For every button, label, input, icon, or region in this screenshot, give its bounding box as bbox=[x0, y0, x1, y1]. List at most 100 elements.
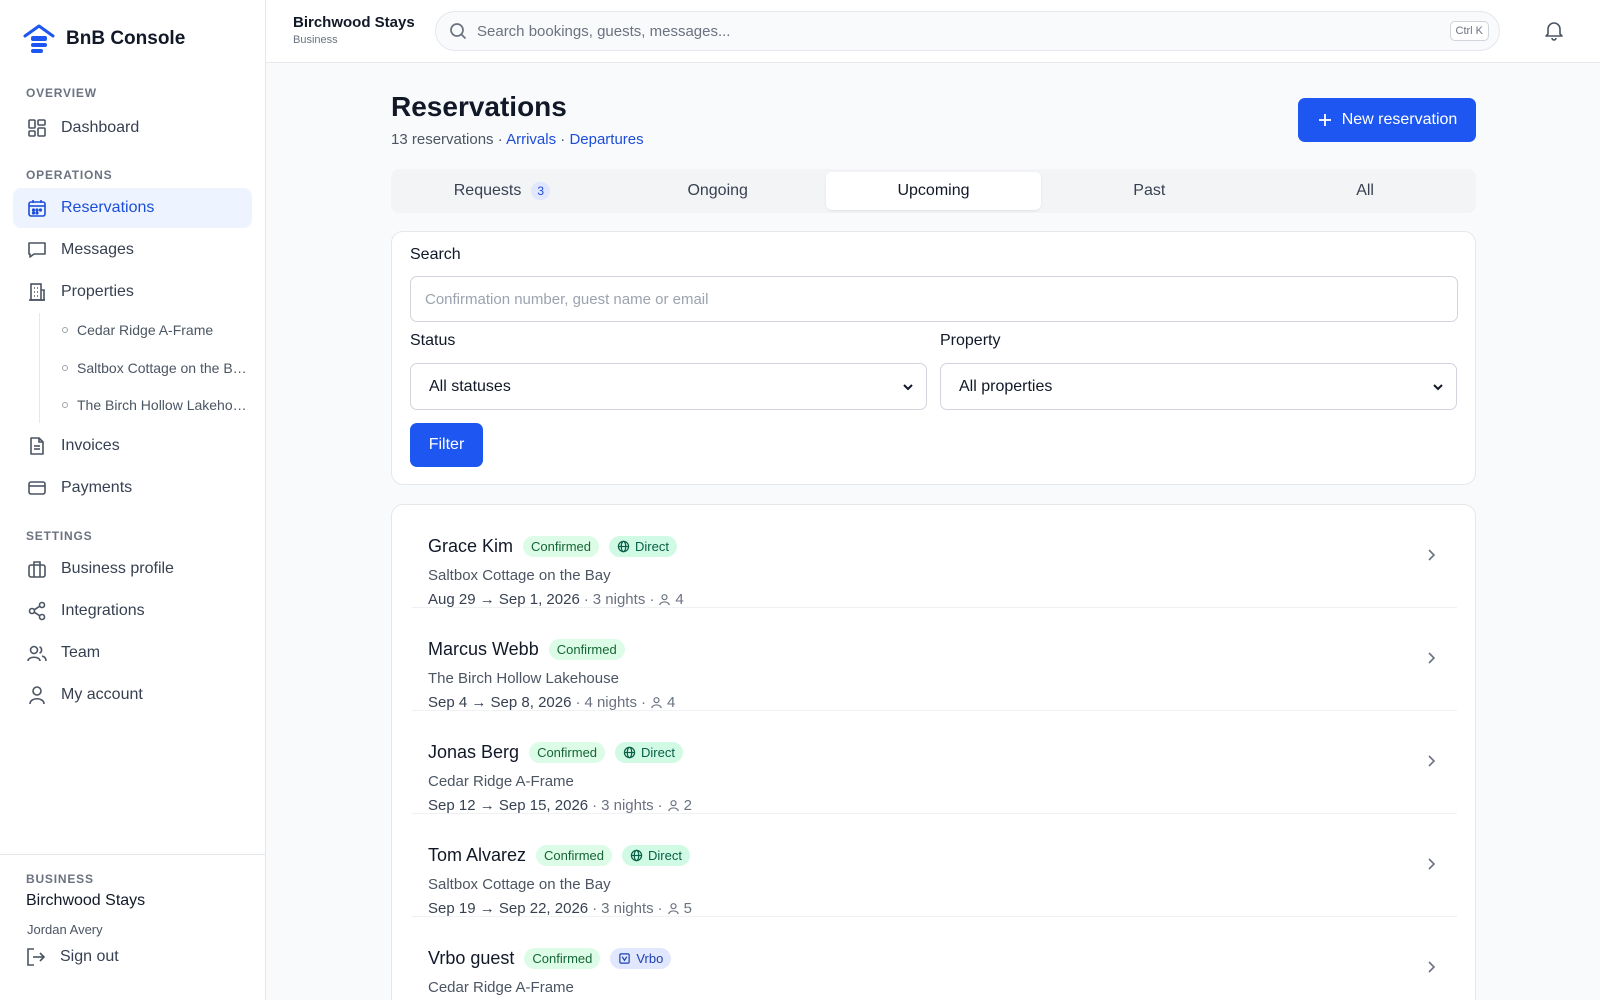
chevron-right-icon bbox=[1425, 857, 1437, 871]
sidebar-item-my-account[interactable]: My account bbox=[13, 675, 252, 715]
reservation-row[interactable]: Tom Alvarez Confirmed Direct Saltbox Cot… bbox=[412, 814, 1457, 917]
globe-icon bbox=[617, 540, 630, 553]
stay-dates: Sep 4 → Sep 8, 2026 bbox=[428, 694, 572, 711]
sidebar-item-messages[interactable]: Messages bbox=[13, 230, 252, 270]
tab-requests[interactable]: Requests 3 bbox=[394, 172, 610, 210]
sidebar-subitem-property[interactable]: The Birch Hollow Lakehouse bbox=[62, 397, 247, 413]
dashboard-icon bbox=[27, 118, 47, 138]
chevron-right-icon bbox=[1425, 651, 1437, 665]
stay-details: Sep 19 → Sep 22, 2026 · 3 nights · 5 bbox=[428, 900, 693, 917]
guest-count: 2 bbox=[683, 797, 693, 814]
reservation-row[interactable]: Vrbo guest Confirmed Vrbo Cedar Ridge A-… bbox=[412, 917, 1457, 1000]
guest-name: Tom Alvarez bbox=[428, 845, 527, 865]
globe-icon bbox=[630, 849, 643, 862]
workspace-name[interactable]: Birchwood Stays bbox=[293, 14, 415, 31]
topbar: Birchwood Stays Business Ctrl K bbox=[266, 0, 1600, 63]
property-select[interactable]: All properties bbox=[940, 363, 1457, 410]
sidebar-item-label: Messages bbox=[61, 241, 134, 258]
reservation-row[interactable]: Grace Kim Confirmed Direct Saltbox Cotta… bbox=[412, 505, 1457, 608]
user-icon bbox=[27, 685, 47, 705]
property-name: Cedar Ridge A-Frame bbox=[428, 979, 574, 996]
tab-past[interactable]: Past bbox=[1041, 172, 1257, 210]
sidebar-item-invoices[interactable]: Invoices bbox=[13, 426, 252, 466]
guest-count-icon bbox=[667, 799, 680, 812]
sign-out-icon bbox=[26, 947, 46, 967]
brand-logo-icon bbox=[22, 22, 56, 56]
filter-panel: Search Status All statuses Property All … bbox=[391, 231, 1476, 485]
chevron-right-icon bbox=[1425, 960, 1437, 974]
section-label-operations: OPERATIONS bbox=[26, 168, 113, 182]
page-title: Reservations bbox=[391, 91, 567, 122]
global-search[interactable]: Ctrl K bbox=[435, 11, 1500, 51]
sidebar-item-properties[interactable]: Properties bbox=[13, 272, 252, 312]
guest-name: Grace Kim bbox=[428, 536, 514, 556]
stay-dates: Sep 12 → Sep 15, 2026 bbox=[428, 797, 589, 814]
global-search-input[interactable] bbox=[477, 22, 1437, 40]
status-badge: Confirmed bbox=[524, 948, 601, 969]
workspace-type: Business bbox=[293, 34, 338, 46]
status-badge: Confirmed bbox=[523, 536, 599, 557]
brand-name: BnB Console bbox=[66, 28, 186, 49]
tab-upcoming[interactable]: Upcoming bbox=[825, 172, 1042, 210]
chevron-right-icon bbox=[1425, 548, 1437, 562]
vrbo-icon bbox=[618, 952, 631, 965]
sidebar-item-label: My account bbox=[61, 686, 143, 703]
stay-dates: Sep 19 → Sep 22, 2026 bbox=[428, 900, 589, 917]
share-icon bbox=[27, 601, 47, 621]
business-name: Birchwood Stays bbox=[26, 892, 146, 909]
new-reservation-button[interactable]: New reservation bbox=[1298, 98, 1476, 142]
requests-count-badge: 3 bbox=[531, 182, 551, 200]
guest-count: 5 bbox=[683, 900, 693, 917]
sidebar-item-label: Business profile bbox=[61, 560, 174, 577]
calendar-icon bbox=[27, 198, 47, 218]
reservation-search-input[interactable] bbox=[410, 276, 1458, 322]
sidebar-item-integrations[interactable]: Integrations bbox=[13, 591, 252, 631]
reservation-row[interactable]: Jonas Berg Confirmed Direct Cedar Ridge … bbox=[412, 711, 1457, 814]
brand[interactable]: BnB Console bbox=[22, 22, 185, 56]
dot-icon bbox=[62, 327, 68, 333]
nights: 3 nights bbox=[592, 591, 646, 608]
sidebar-item-reservations[interactable]: Reservations bbox=[13, 188, 252, 228]
status-badge: Confirmed bbox=[536, 845, 613, 866]
channel-badge: Direct bbox=[622, 845, 690, 866]
dot-icon bbox=[62, 365, 68, 371]
sidebar-item-team[interactable]: Team bbox=[13, 633, 252, 673]
sidebar-item-label: Invoices bbox=[61, 437, 120, 454]
search-icon bbox=[449, 22, 467, 40]
sidebar-item-dashboard[interactable]: Dashboard bbox=[13, 108, 252, 148]
tab-ongoing[interactable]: Ongoing bbox=[610, 172, 826, 210]
sidebar-subitem-property[interactable]: Cedar Ridge A-Frame bbox=[62, 322, 247, 338]
arrivals-link[interactable]: Arrivals bbox=[506, 131, 556, 148]
guest-name: Vrbo guest bbox=[428, 948, 515, 968]
plus-icon bbox=[1317, 112, 1333, 128]
properties-sub-divider bbox=[39, 313, 40, 423]
sidebar-item-payments[interactable]: Payments bbox=[13, 468, 252, 508]
reservation-list: Grace Kim Confirmed Direct Saltbox Cotta… bbox=[391, 504, 1476, 1000]
credit-card-icon bbox=[27, 478, 47, 498]
departures-link[interactable]: Departures bbox=[569, 131, 643, 148]
property-name: The Birch Hollow Lakehouse bbox=[428, 670, 619, 687]
reservation-row[interactable]: Marcus Webb Confirmed The Birch Hollow L… bbox=[412, 608, 1457, 711]
section-label-settings: SETTINGS bbox=[26, 529, 93, 543]
chevron-down-icon bbox=[1432, 381, 1444, 393]
stay-details: Aug 29 → Sep 1, 2026 · 3 nights · 4 bbox=[428, 591, 684, 608]
stay-details: Sep 4 → Sep 8, 2026 · 4 nights · 4 bbox=[428, 694, 676, 711]
property-name: Cedar Ridge A-Frame bbox=[428, 773, 574, 790]
sign-out-button[interactable]: Sign out bbox=[26, 947, 119, 967]
sidebar-item-label: Integrations bbox=[61, 602, 145, 619]
page-subtitle: 13 reservations · Arrivals · Departures bbox=[391, 131, 644, 148]
guest-count: 4 bbox=[666, 694, 676, 711]
search-shortcut-hint: Ctrl K bbox=[1449, 21, 1489, 41]
sidebar-item-business-profile[interactable]: Business profile bbox=[13, 549, 252, 589]
guest-name: Marcus Webb bbox=[428, 639, 539, 659]
tab-all[interactable]: All bbox=[1257, 172, 1473, 210]
filter-button[interactable]: Filter bbox=[410, 423, 483, 467]
status-select[interactable]: All statuses bbox=[410, 363, 927, 410]
sidebar-subitem-property[interactable]: Saltbox Cottage on the Bay bbox=[62, 360, 247, 376]
guest-name: Jonas Berg bbox=[428, 742, 520, 762]
sidebar-item-label: Team bbox=[61, 644, 101, 661]
stay-details: Sep 12 → Sep 15, 2026 · 3 nights · 2 bbox=[428, 797, 693, 814]
notifications-bell-icon[interactable] bbox=[1543, 19, 1565, 41]
dot-icon bbox=[62, 402, 68, 408]
chevron-down-icon bbox=[902, 381, 914, 393]
